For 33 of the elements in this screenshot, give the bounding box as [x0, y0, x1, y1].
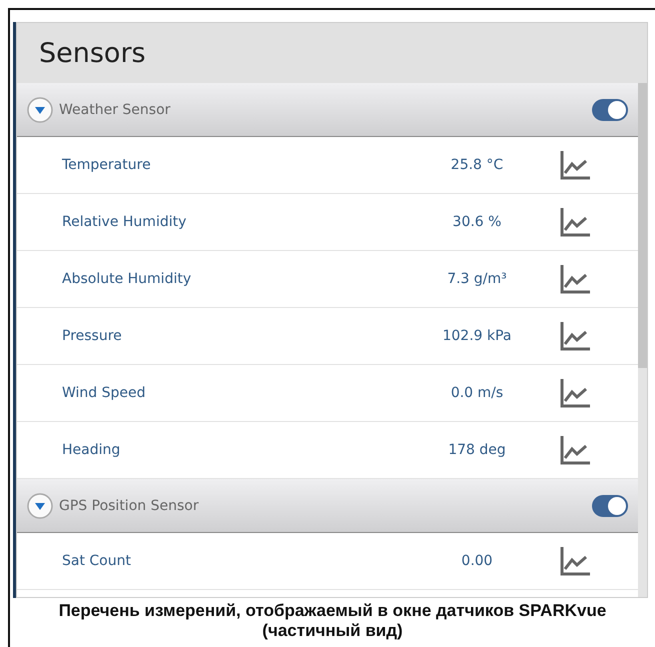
measurement-name: Pressure [61, 328, 123, 344]
group-header[interactable]: Weather Sensor [17, 83, 638, 137]
group-header[interactable]: GPS Position Sensor [17, 479, 638, 533]
window-title: Sensors [17, 23, 647, 83]
measurement-name: Temperature [61, 157, 152, 173]
expand-icon[interactable] [27, 492, 53, 518]
toggle-switch[interactable] [592, 494, 628, 516]
sensor-name: GPS Position Sensor [59, 498, 200, 514]
measurement-name: Heading [61, 442, 122, 458]
expand-icon[interactable] [27, 96, 53, 122]
measurement-value: 7.3 g/m³ [446, 271, 508, 287]
scrollbar[interactable] [638, 83, 647, 597]
measurement-value: 30.6 % [452, 214, 502, 230]
measurement-name: Absolute Humidity [61, 271, 192, 287]
caption-text: (частичный вид) [261, 621, 404, 641]
line-graph-icon[interactable] [559, 545, 591, 577]
measurement-name: Relative Humidity [61, 214, 188, 230]
measurement-name: Wind Speed [61, 385, 147, 401]
measurement-value: 178 deg [447, 442, 507, 458]
line-graph-icon[interactable] [559, 263, 591, 295]
line-graph-icon[interactable] [559, 434, 591, 466]
line-graph-icon[interactable] [559, 377, 591, 409]
toggle-switch[interactable] [592, 98, 628, 120]
line-graph-icon[interactable] [559, 149, 591, 181]
measurement-value: 0.0 m/s [450, 385, 504, 401]
measurement-value: 102.9 kPa [441, 328, 513, 344]
sensor-name: Weather Sensor [59, 102, 172, 118]
measurement-value: 0.00 [460, 553, 494, 569]
line-graph-icon[interactable] [559, 206, 591, 238]
line-graph-icon[interactable] [559, 320, 591, 352]
measurement-value: 25.8 °C [450, 157, 504, 173]
caption-text: Перечень измерений, отображаемый в окне датчиков SPARKvue [58, 601, 608, 621]
measurement-name: Sat Count [61, 553, 132, 569]
